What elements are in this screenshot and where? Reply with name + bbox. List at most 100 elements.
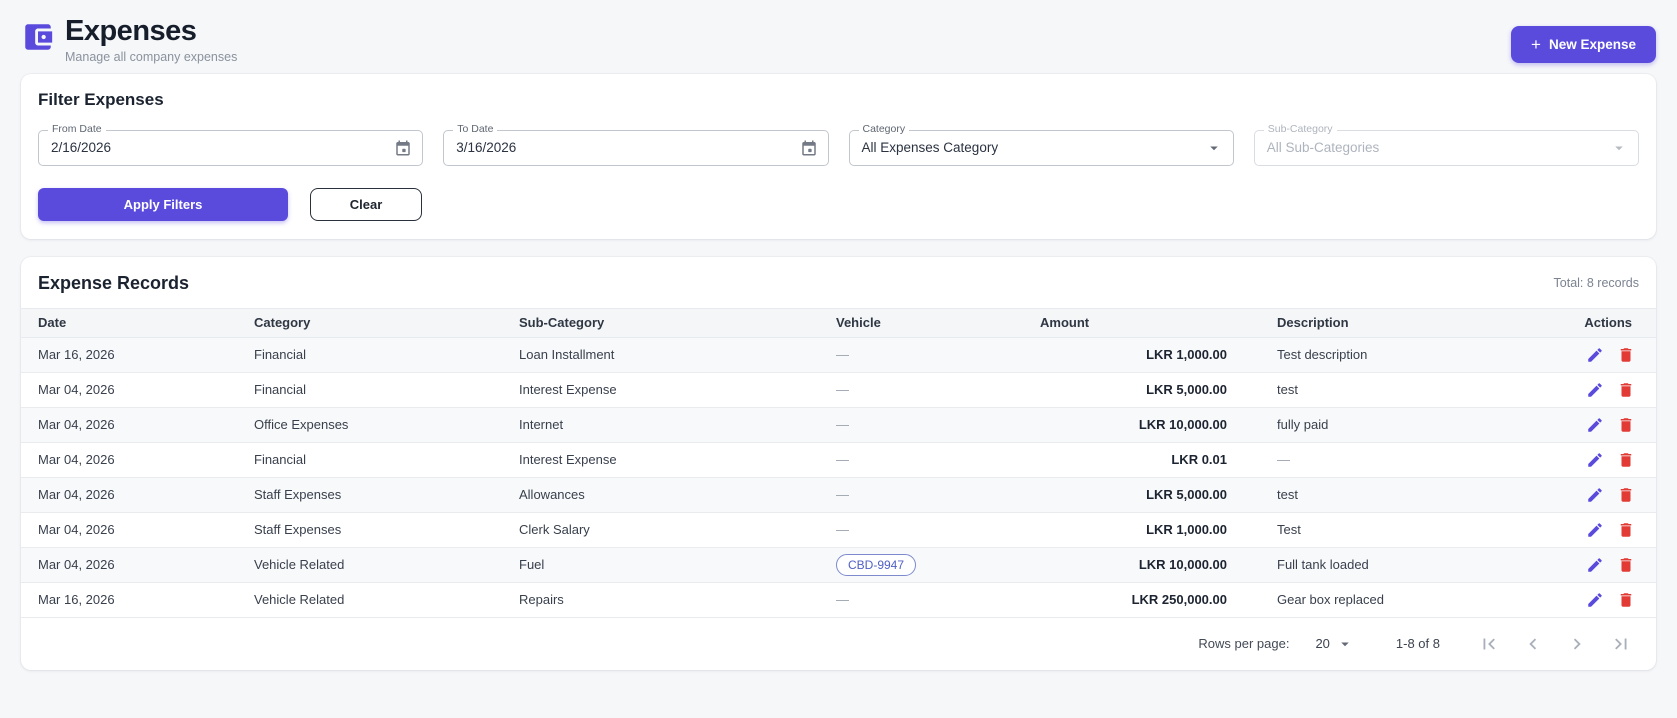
last-page-button[interactable] [1610,633,1632,655]
cell-vehicle: — [819,417,1023,432]
plus-icon: + [1531,35,1541,54]
vehicle-value: — [836,417,849,433]
new-expense-button[interactable]: + New Expense [1511,26,1656,63]
cell-description: test [1277,382,1298,398]
calendar-icon[interactable] [800,139,818,157]
cell-category: Staff Expenses [254,522,342,538]
delete-button[interactable] [1617,451,1635,469]
to-date-field[interactable]: To Date [443,124,829,166]
cell-amount: LKR 5,000.00 [1146,487,1227,503]
cell-date: Mar 04, 2026 [38,382,115,398]
vehicle-value: — [836,382,849,398]
from-date-field[interactable]: From Date [38,124,424,166]
edit-button[interactable] [1586,451,1604,469]
cell-date: Mar 04, 2026 [38,487,115,503]
edit-button[interactable] [1586,416,1604,434]
vehicle-value: — [836,522,849,538]
delete-button[interactable] [1617,521,1635,539]
cell-vehicle: — [819,347,1023,362]
edit-button[interactable] [1586,381,1604,399]
records-total: Total: 8 records [1553,276,1639,291]
next-page-button[interactable] [1566,633,1588,655]
first-page-button[interactable] [1478,633,1500,655]
delete-button[interactable] [1617,416,1635,434]
table-row: Mar 16, 2026 Financial Loan Installment … [21,337,1656,373]
col-amount-header: Amount [1040,315,1090,331]
cell-actions [1520,346,1656,364]
cell-date: Mar 16, 2026 [38,592,115,608]
edit-button[interactable] [1586,556,1604,574]
filter-title: Filter Expenses [38,89,164,109]
new-expense-label: New Expense [1548,37,1636,52]
page-subtitle: Manage all company expenses [65,49,238,64]
cell-category: Financial [254,382,307,398]
cell-description: Test description [1277,347,1368,363]
cell-date: Mar 04, 2026 [38,417,115,433]
calendar-icon[interactable] [394,139,412,157]
cell-subcategory: Repairs [519,592,564,608]
cell-actions [1520,416,1656,434]
col-description-header: Description [1277,315,1349,331]
cell-date: Mar 04, 2026 [38,557,115,573]
sub-category-select: Sub-Category All Sub-Categories [1253,124,1639,166]
pagination-bar: Rows per page: 20 1-8 of 8 [21,618,1656,670]
cell-description: Full tank loaded [1277,557,1369,573]
to-date-input[interactable] [456,140,800,156]
cell-amount: LKR 5,000.00 [1146,382,1227,398]
col-actions-header: Actions [1584,315,1632,331]
records-title: Expense Records [38,272,190,293]
cell-actions [1520,556,1656,574]
cell-actions [1520,451,1656,469]
delete-button[interactable] [1617,556,1635,574]
cell-category: Vehicle Related [254,592,345,608]
edit-button[interactable] [1586,486,1604,504]
apply-filters-button[interactable]: Apply Filters [38,187,288,221]
wallet-icon [21,20,55,54]
delete-button[interactable] [1617,591,1635,609]
sub-category-value: All Sub-Categories [1266,140,1380,156]
delete-button[interactable] [1617,486,1635,504]
table-row: Mar 04, 2026 Financial Interest Expense … [21,373,1656,408]
vehicle-chip: CBD-9947 [836,554,917,576]
category-select[interactable]: Category All Expenses Category [848,124,1234,166]
edit-button[interactable] [1586,591,1604,609]
cell-date: Mar 16, 2026 [38,347,115,363]
from-date-label: From Date [48,124,106,135]
cell-actions [1520,381,1656,399]
delete-button[interactable] [1617,381,1635,399]
cell-subcategory: Clerk Salary [519,522,590,538]
vehicle-value: — [836,347,849,363]
sub-category-label: Sub-Category [1263,124,1337,135]
cell-vehicle: — [819,522,1023,537]
page-header: Expenses Manage all company expenses + N… [21,14,1656,74]
rows-per-page-label: Rows per page: [1198,636,1290,652]
rows-per-page-select[interactable]: 20 [1315,635,1353,653]
edit-button[interactable] [1586,521,1604,539]
table-row: Mar 04, 2026 Staff Expenses Allowances —… [21,477,1656,513]
rows-per-page-value: 20 [1315,636,1330,652]
cell-subcategory: Allowances [519,487,585,503]
col-category-header: Category [254,315,311,331]
clear-filters-button[interactable]: Clear [310,187,422,221]
cell-vehicle: — [819,452,1023,467]
cell-subcategory: Internet [519,417,564,433]
delete-button[interactable] [1617,346,1635,364]
edit-button[interactable] [1586,346,1604,364]
cell-description: Gear box replaced [1277,592,1384,608]
expense-records-panel: Expense Records Total: 8 records Date Ca… [21,256,1656,670]
cell-amount: LKR 10,000.00 [1138,417,1227,433]
cell-description: Test [1277,522,1301,538]
cell-vehicle: — [819,382,1023,397]
vehicle-value: — [836,487,849,503]
cell-vehicle: CBD-9947 [819,554,1023,576]
chevron-down-icon [1341,642,1349,647]
cell-date: Mar 04, 2026 [38,452,115,468]
previous-page-button[interactable] [1522,633,1544,655]
cell-category: Financial [254,452,307,468]
cell-date: Mar 04, 2026 [38,522,115,538]
cell-category: Financial [254,347,307,363]
cell-category: Staff Expenses [254,487,342,503]
from-date-input[interactable] [51,140,395,156]
table-row: Mar 04, 2026 Vehicle Related Fuel CBD-99… [21,547,1656,583]
expense-table-body: Mar 16, 2026 Financial Loan Installment … [21,337,1656,618]
